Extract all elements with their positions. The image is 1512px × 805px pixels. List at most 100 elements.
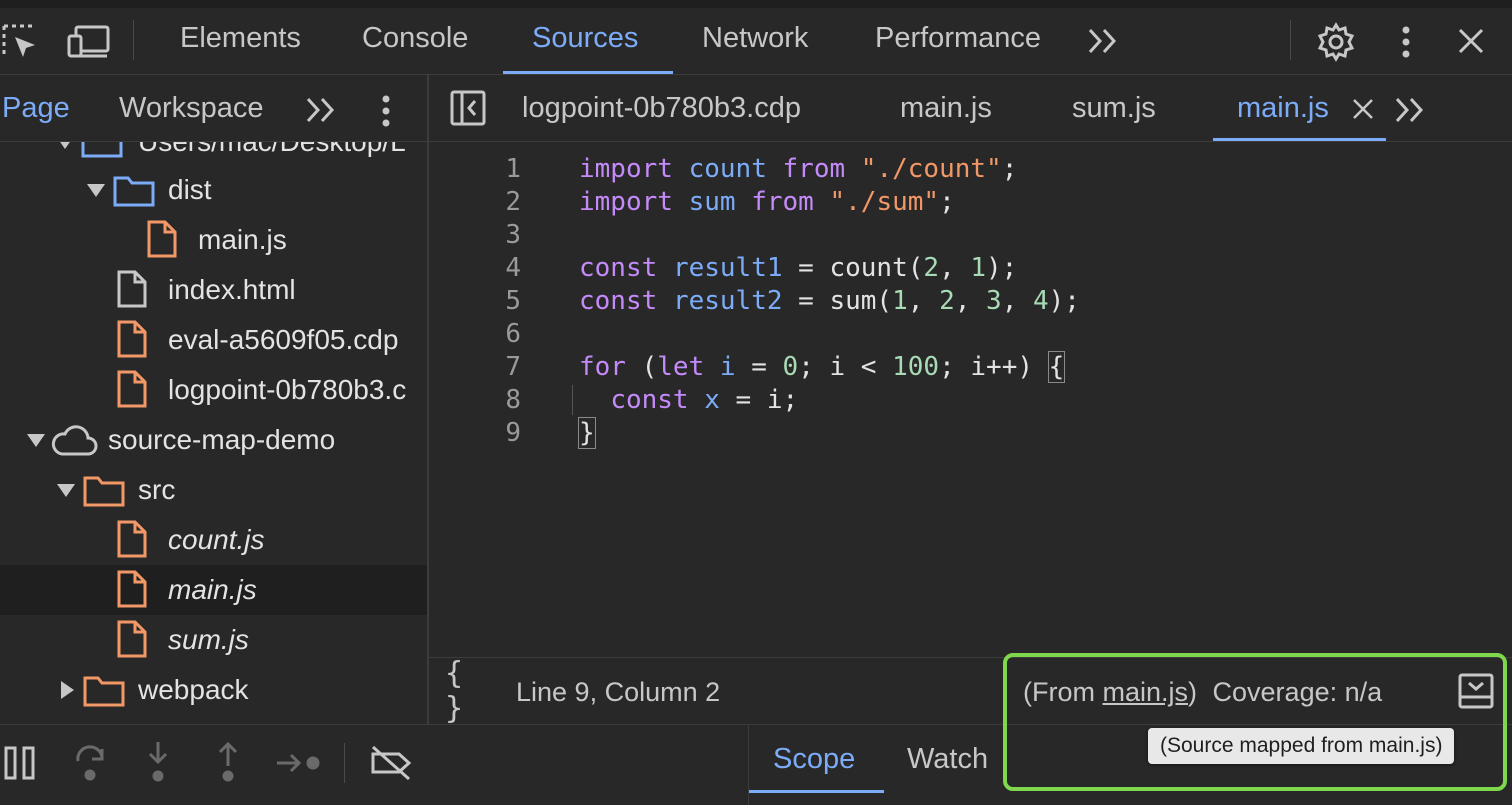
code-line: const result1 = count(2, 1); [579,253,1018,283]
code-line: } [578,417,596,449]
pretty-print-braces-icon[interactable]: { } [445,656,491,726]
tab-workspace[interactable]: Workspace [119,92,264,125]
collapsed-arrow-icon [61,681,74,699]
tree-label: main.js [168,574,257,605]
tree-label: main.js [198,224,287,255]
file-icon [116,519,148,559]
settings-gear-icon[interactable] [1314,20,1358,64]
more-tabs-chevron-icon[interactable] [1084,24,1122,58]
tree-label: eval-a5609f05.cdp [168,324,399,355]
annotation-highlight-box [1003,653,1507,791]
close-devtools-icon[interactable] [1452,22,1490,60]
debugger-toolbar [0,724,748,805]
cursor-position: Line 9, Column 2 [516,677,721,707]
file-icon [116,269,148,309]
tab-console[interactable]: Console [362,22,468,55]
tree-file-eval[interactable]: eval-a5609f05.cdp [0,315,427,365]
navigator-menu-icon[interactable] [374,91,398,131]
editor-tab-sum-js[interactable]: sum.js [1072,92,1156,125]
file-icon [146,219,178,259]
line-number: 7 [505,352,521,382]
tree-row-partial[interactable]: Users/mac/Desktop/L [0,142,427,167]
folder-icon [82,472,126,508]
editor-tabbar: logpoint-0b780b3.cdp main.js sum.js main… [429,75,1512,142]
expand-arrow-icon [57,484,75,497]
line-number: 1 [505,154,521,184]
folder-icon [80,142,124,159]
tree-file-main-js-dist[interactable]: main.js [0,215,427,265]
file-tree: Users/mac/Desktop/L dist main.js index.h… [0,142,427,722]
tree-label: sum.js [168,624,249,655]
code-line: for (let i = 0; i < 100; i++) { [579,351,1066,383]
more-editor-tabs-chevron-icon[interactable] [1391,93,1429,127]
tree-label: src [138,474,176,505]
editor-tab-main-js-active[interactable]: main.js [1237,92,1329,125]
cloud-icon [50,423,98,457]
more-options-icon[interactable] [1392,20,1420,64]
tab-network[interactable]: Network [702,22,808,55]
tree-label: count.js [168,524,265,555]
code-editor[interactable]: 1 2 3 4 5 6 7 8 9 import count from "./c… [429,142,1512,656]
code-line: const x = i; [610,385,799,415]
tree-label: dist [168,174,212,205]
line-number: 6 [505,319,521,349]
tree-file-count-js[interactable]: count.js [0,515,427,565]
active-tab-indicator [503,71,673,74]
tab-elements[interactable]: Elements [180,22,301,55]
editor-tab-main-js[interactable]: main.js [900,92,992,125]
device-toolbar-icon[interactable] [66,22,112,62]
tree-folder-dist[interactable]: dist [0,165,427,215]
pause-resume-icon[interactable] [2,743,38,783]
file-icon [116,569,148,609]
line-number: 4 [505,253,521,283]
tree-label: logpoint-0b780b3.c [168,374,407,405]
tree-origin-source-map-demo[interactable]: source-map-demo [0,415,427,465]
expand-arrow-icon [56,142,74,149]
line-number: 3 [505,220,521,250]
deactivate-breakpoints-icon[interactable] [368,741,414,785]
tab-page[interactable]: Page [2,92,70,125]
expand-arrow-icon [27,434,45,447]
tab-sources[interactable]: Sources [532,22,638,55]
tree-folder-src[interactable]: src [0,465,427,515]
toolbar-divider-right [1290,20,1291,60]
step-into-icon[interactable] [140,739,176,785]
toggle-navigator-icon[interactable] [449,89,487,127]
tree-label: Users/mac/Desktop/L [138,142,406,158]
folder-icon [82,672,126,708]
tree-label: webpack [138,674,249,705]
tree-folder-webpack[interactable]: webpack [0,665,427,715]
step-over-icon[interactable] [70,741,110,785]
tab-performance[interactable]: Performance [875,22,1041,55]
active-editor-tab-indicator [1213,138,1386,141]
active-sidebar-tab-indicator [749,790,884,793]
more-navigator-tabs-chevron-icon[interactable] [303,93,339,127]
line-number: 8 [505,385,521,415]
tree-file-sum-js[interactable]: sum.js [0,615,427,665]
close-tab-icon[interactable] [1349,95,1377,123]
tree-file-main-js-src[interactable]: main.js [0,565,427,615]
tree-label: source-map-demo [108,424,336,455]
devtools-main-toolbar: Elements Console Sources Network Perform… [0,0,1512,75]
code-line: import count from "./count"; [579,154,1018,184]
step-icon[interactable] [274,743,322,783]
code-line: const result2 = sum(1, 2, 3, 4); [579,286,1080,316]
indent-guide [572,385,573,415]
file-icon [116,369,148,409]
navigator-tabbar: Page Workspace [0,75,427,142]
folder-icon [112,172,156,208]
tree-file-index-html[interactable]: index.html [0,265,427,315]
tab-watch[interactable]: Watch [907,743,988,776]
file-icon [116,619,148,659]
inspect-element-icon[interactable] [0,22,40,62]
editor-tab-logpoint[interactable]: logpoint-0b780b3.cdp [522,92,801,125]
line-number: 5 [505,286,521,316]
file-icon [116,319,148,359]
tab-scope[interactable]: Scope [773,743,855,776]
code-line: import sum from "./sum"; [579,187,955,217]
step-out-icon[interactable] [210,739,246,785]
line-number: 9 [505,418,521,448]
tree-file-logpoint[interactable]: logpoint-0b780b3.c [0,365,427,415]
tree-label: index.html [168,274,296,305]
expand-arrow-icon [87,184,105,197]
